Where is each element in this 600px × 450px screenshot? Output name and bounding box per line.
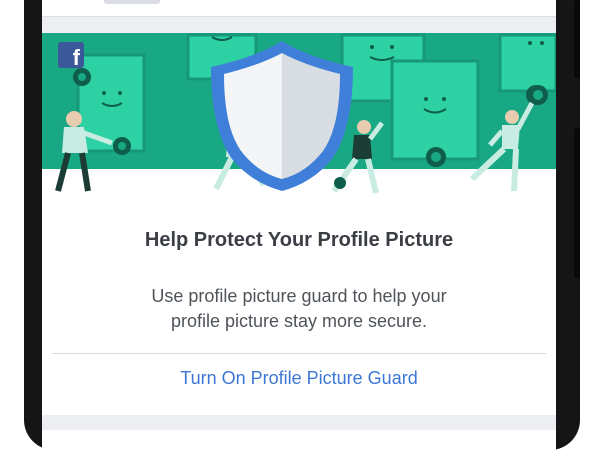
- power-button: [574, 0, 580, 78]
- profile-guard-card: f Help Protect Your Profile Picture Use …: [42, 33, 556, 415]
- previous-feed-card: [42, 0, 556, 17]
- card-title: Help Protect Your Profile Picture: [144, 229, 454, 251]
- volume-button: [574, 128, 580, 278]
- feed-card-handle: [104, 0, 160, 4]
- facebook-logo-icon: f: [58, 42, 84, 68]
- illustration-banner: f: [42, 33, 556, 196]
- turn-on-guard-link[interactable]: Turn On Profile Picture Guard: [42, 368, 556, 389]
- smiley-frame-icon: [390, 59, 480, 167]
- feed-screen: f Help Protect Your Profile Picture Use …: [42, 0, 556, 450]
- profile-guard-illustration: [42, 33, 556, 196]
- next-feed-card: [42, 430, 556, 450]
- card-description: Use profile picture guard to help your p…: [151, 286, 447, 331]
- card-divider: [52, 353, 546, 354]
